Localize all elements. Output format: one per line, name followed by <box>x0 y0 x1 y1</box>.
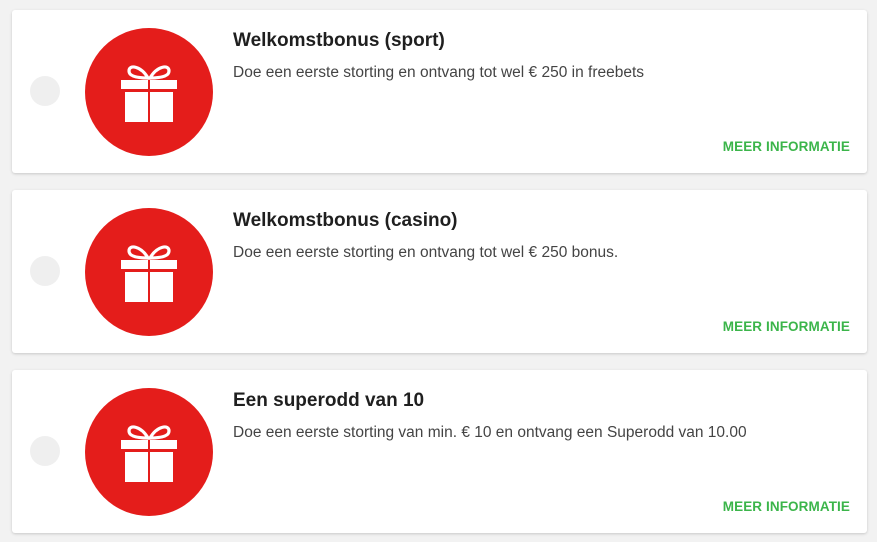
bonus-select-radio[interactable] <box>30 76 60 106</box>
bonus-description: Doe een eerste storting van min. € 10 en… <box>233 424 747 441</box>
bonus-select-radio[interactable] <box>30 256 60 286</box>
gift-icon <box>85 388 213 516</box>
bonus-card[interactable]: Welkomstbonus (sport) Doe een eerste sto… <box>12 10 867 173</box>
more-info-link[interactable]: MEER INFORMATIE <box>723 499 850 514</box>
bonus-list: Welkomstbonus (sport) Doe een eerste sto… <box>0 0 877 542</box>
bonus-select-radio[interactable] <box>30 436 60 466</box>
gift-icon <box>85 28 213 156</box>
more-info-link[interactable]: MEER INFORMATIE <box>723 319 850 334</box>
gift-icon <box>85 208 213 336</box>
bonus-card[interactable]: Een superodd van 10 Doe een eerste stort… <box>12 370 867 533</box>
bonus-title: Welkomstbonus (sport) <box>233 30 445 51</box>
bonus-card[interactable]: Welkomstbonus (casino) Doe een eerste st… <box>12 190 867 353</box>
bonus-title: Welkomstbonus (casino) <box>233 210 458 231</box>
more-info-link[interactable]: MEER INFORMATIE <box>723 139 850 154</box>
bonus-description: Doe een eerste storting en ontvang tot w… <box>233 64 645 81</box>
bonus-title: Een superodd van 10 <box>233 390 425 411</box>
bonus-description: Doe een eerste storting en ontvang tot w… <box>233 244 619 261</box>
